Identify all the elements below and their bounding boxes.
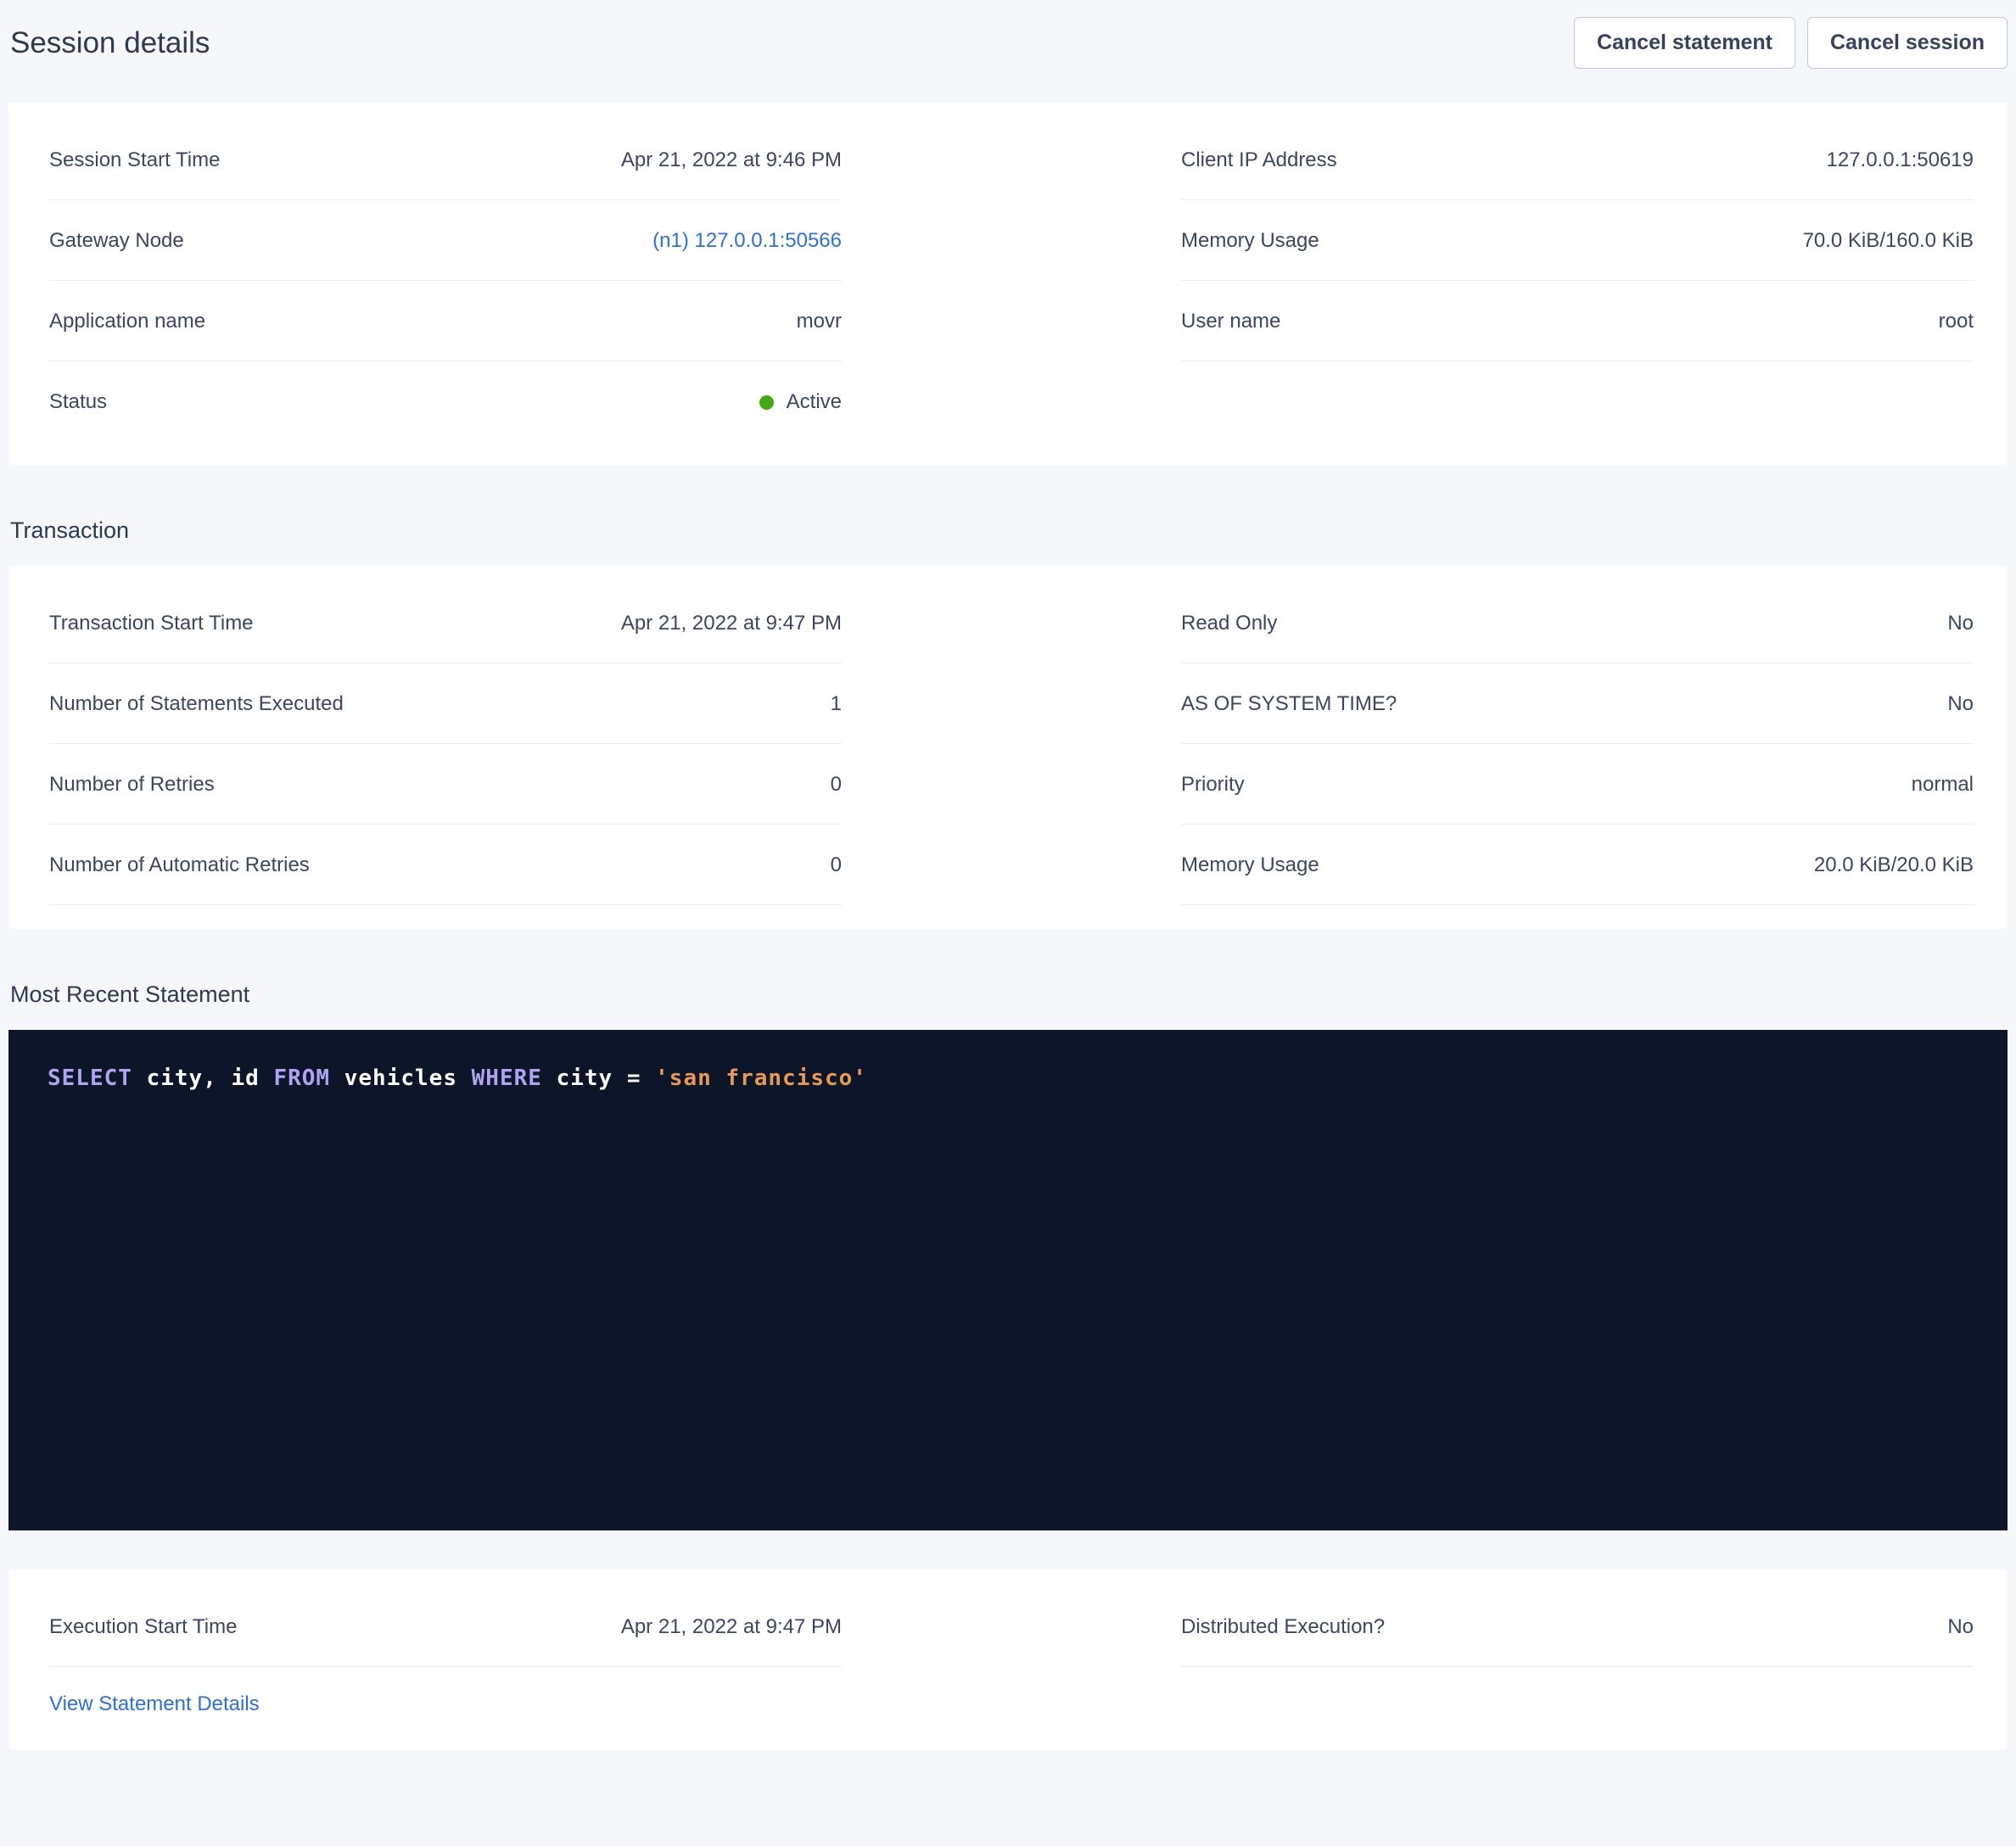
- row-label: Session Start Time: [49, 148, 220, 173]
- row-label: AS OF SYSTEM TIME?: [1181, 691, 1397, 717]
- view-statement-details-link[interactable]: View Statement Details: [49, 1692, 260, 1715]
- automatic-retries-row: Number of Automatic Retries 0: [49, 825, 842, 905]
- sql-statement-text: SELECT city, id FROM vehicles WHERE city…: [48, 1066, 867, 1091]
- transaction-left-column: Transaction Start Time Apr 21, 2022 at 9…: [49, 583, 842, 905]
- transaction-summary-card: Transaction Start Time Apr 21, 2022 at 9…: [8, 566, 2008, 929]
- execution-start-time-row: Execution Start Time Apr 21, 2022 at 9:4…: [49, 1586, 842, 1667]
- execution-right-column: Distributed Execution? No: [1181, 1586, 1974, 1726]
- most-recent-statement-heading: Most Recent Statement: [8, 982, 2008, 1008]
- page-title: Session details: [10, 26, 210, 60]
- row-value: No: [1947, 691, 1974, 717]
- row-label: Status: [49, 389, 107, 415]
- gateway-node-row: Gateway Node (n1) 127.0.0.1:50566: [49, 200, 842, 281]
- row-label: Distributed Execution?: [1181, 1614, 1385, 1640]
- session-memory-usage-row: Memory Usage 70.0 KiB/160.0 KiB: [1181, 200, 1974, 281]
- priority-row: Priority normal: [1181, 744, 1974, 825]
- distributed-execution-row: Distributed Execution? No: [1181, 1586, 1974, 1667]
- execution-summary-card: Execution Start Time Apr 21, 2022 at 9:4…: [8, 1569, 2008, 1750]
- row-label: Number of Automatic Retries: [49, 853, 310, 878]
- row-value: 127.0.0.1:50619: [1827, 148, 1974, 173]
- row-value: 0: [831, 853, 842, 878]
- row-label: Gateway Node: [49, 228, 184, 254]
- sql-keyword: FROM: [273, 1066, 330, 1091]
- row-value: normal: [1912, 772, 1974, 797]
- row-value: 70.0 KiB/160.0 KiB: [1803, 228, 1974, 254]
- status-row: Status Active: [49, 361, 842, 441]
- view-statement-details-row: View Statement Details: [49, 1667, 842, 1726]
- row-value: 20.0 KiB/20.0 KiB: [1814, 853, 1974, 878]
- user-name-row: User name root: [1181, 281, 1974, 361]
- row-value: Apr 21, 2022 at 9:47 PM: [621, 1614, 842, 1640]
- status-text: Active: [787, 389, 842, 415]
- row-value: Apr 21, 2022 at 9:47 PM: [621, 611, 842, 636]
- row-label: Execution Start Time: [49, 1614, 237, 1640]
- as-of-system-time-row: AS OF SYSTEM TIME? No: [1181, 663, 1974, 744]
- read-only-row: Read Only No: [1181, 583, 1974, 663]
- transaction-right-column: Read Only No AS OF SYSTEM TIME? No Prior…: [1181, 583, 1974, 905]
- row-value: 0: [831, 772, 842, 797]
- status-badge: Active: [759, 389, 842, 415]
- application-name-row: Application name movr: [49, 281, 842, 361]
- sql-text: city, id: [132, 1066, 274, 1091]
- row-value: movr: [797, 309, 842, 334]
- page-header: Session details Cancel statement Cancel …: [8, 17, 2008, 69]
- row-value: root: [1939, 309, 1974, 334]
- transaction-start-time-row: Transaction Start Time Apr 21, 2022 at 9…: [49, 583, 842, 663]
- row-label: Client IP Address: [1181, 148, 1337, 173]
- row-value: Apr 21, 2022 at 9:46 PM: [621, 148, 842, 173]
- cancel-statement-button[interactable]: Cancel statement: [1574, 17, 1795, 69]
- number-of-retries-row: Number of Retries 0: [49, 744, 842, 825]
- execution-left-column: Execution Start Time Apr 21, 2022 at 9:4…: [49, 1586, 842, 1726]
- sql-string-literal: 'san francisco': [655, 1066, 867, 1091]
- row-label: Number of Retries: [49, 772, 215, 797]
- sql-keyword: SELECT: [48, 1066, 132, 1091]
- statements-executed-row: Number of Statements Executed 1: [49, 663, 842, 744]
- row-label: Read Only: [1181, 611, 1277, 636]
- row-value: 1: [831, 691, 842, 717]
- client-ip-row: Client IP Address 127.0.0.1:50619: [1181, 120, 1974, 200]
- status-active-dot-icon: [759, 395, 774, 410]
- sql-statement-box: SELECT city, id FROM vehicles WHERE city…: [8, 1030, 2008, 1530]
- header-actions: Cancel statement Cancel session: [1574, 17, 2008, 69]
- row-label: Transaction Start Time: [49, 611, 254, 636]
- sql-keyword: WHERE: [472, 1066, 542, 1091]
- sql-text: vehicles: [330, 1066, 472, 1091]
- row-value: No: [1947, 1614, 1974, 1640]
- sql-text: city =: [542, 1066, 655, 1091]
- row-label: Memory Usage: [1181, 228, 1319, 254]
- session-summary-card: Session Start Time Apr 21, 2022 at 9:46 …: [8, 103, 2008, 465]
- session-summary-right-column: Client IP Address 127.0.0.1:50619 Memory…: [1181, 120, 1974, 441]
- session-start-time-row: Session Start Time Apr 21, 2022 at 9:46 …: [49, 120, 842, 200]
- gateway-node-link[interactable]: (n1) 127.0.0.1:50566: [652, 228, 842, 254]
- row-label: Priority: [1181, 772, 1245, 797]
- transaction-heading: Transaction: [8, 517, 2008, 544]
- row-label: Application name: [49, 309, 205, 334]
- row-value: No: [1947, 611, 1974, 636]
- row-label: User name: [1181, 309, 1280, 334]
- cancel-session-button[interactable]: Cancel session: [1807, 17, 2008, 69]
- row-label: Memory Usage: [1181, 853, 1319, 878]
- session-summary-left-column: Session Start Time Apr 21, 2022 at 9:46 …: [49, 120, 842, 441]
- row-label: Number of Statements Executed: [49, 691, 344, 717]
- transaction-memory-usage-row: Memory Usage 20.0 KiB/20.0 KiB: [1181, 825, 1974, 905]
